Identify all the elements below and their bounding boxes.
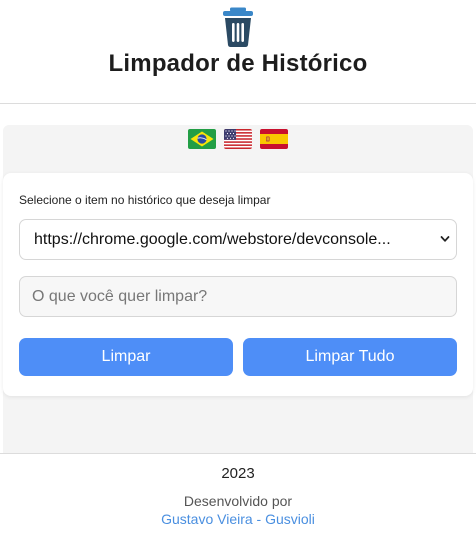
app-title: Limpador de Histórico	[108, 50, 368, 77]
clear-all-button[interactable]: Limpar Tudo	[243, 338, 457, 376]
author-link[interactable]: Gustavo Vieira - Gusvioli	[0, 511, 476, 527]
clear-history-card: Selecione o item no histórico que deseja…	[3, 173, 473, 396]
spain-flag-icon[interactable]	[260, 129, 288, 149]
brazil-flag-icon[interactable]	[188, 129, 216, 149]
app-footer: 2023 Desenvolvido por Gustavo Vieira - G…	[0, 453, 476, 536]
history-item-select[interactable]: https://chrome.google.com/webstore/devco…	[19, 219, 457, 260]
chevron-down-icon	[440, 236, 450, 242]
language-selector	[0, 129, 476, 149]
developed-by-text: Desenvolvido por	[183, 493, 293, 509]
clear-button[interactable]: Limpar	[19, 338, 233, 376]
footer-year: 2023	[221, 465, 255, 482]
trash-can-icon	[223, 7, 253, 47]
history-item-label: Selecione o item no histórico que deseja…	[19, 193, 271, 207]
history-item-select-value: https://chrome.google.com/webstore/devco…	[34, 230, 391, 248]
usa-flag-icon[interactable]	[224, 129, 252, 149]
search-input[interactable]	[19, 276, 457, 317]
app-header: Limpador de Histórico	[0, 0, 476, 104]
